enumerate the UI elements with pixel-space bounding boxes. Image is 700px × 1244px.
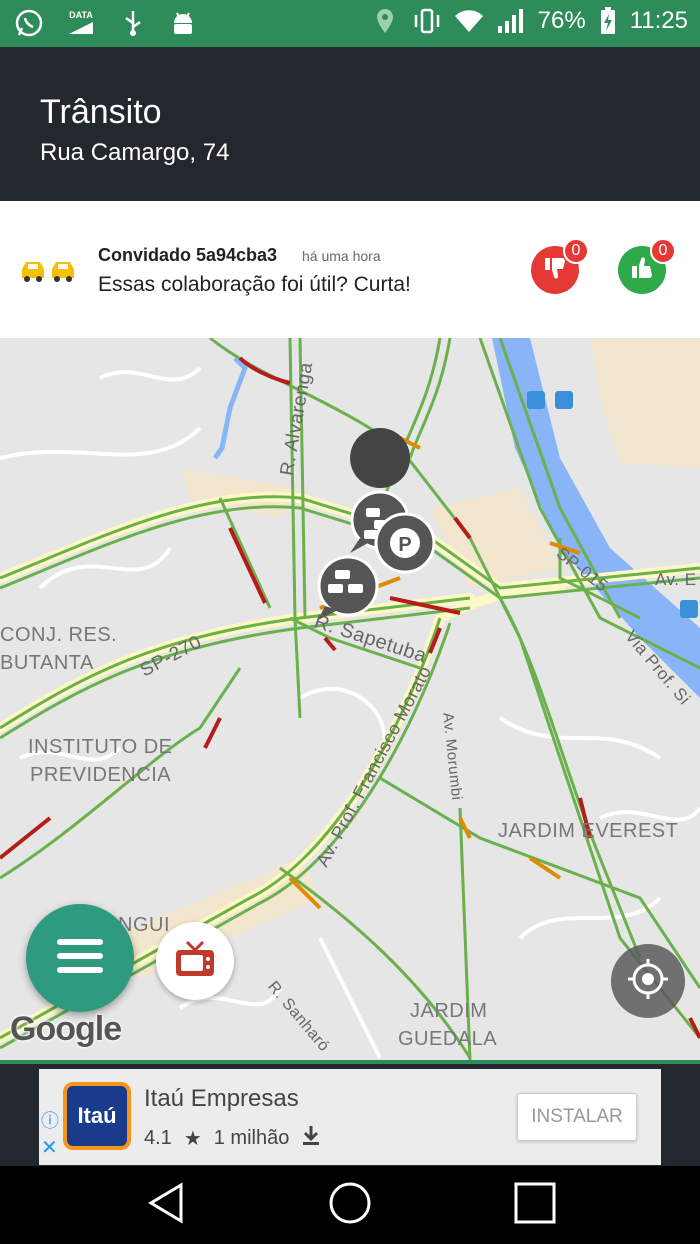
status-bar: DATA 76% 11:25 [0, 0, 700, 47]
report-author: Convidado 5a94cba3 [98, 245, 278, 265]
system-nav-bar [0, 1166, 700, 1244]
page-title: Trânsito [40, 93, 162, 131]
traffic-cars-icon [20, 259, 78, 288]
like-button[interactable]: 0 [618, 238, 676, 294]
map-label-conj-2: BUTANTA [0, 652, 94, 674]
location-icon [370, 6, 400, 36]
home-button[interactable] [325, 1180, 375, 1230]
map-label-guedala-1: JARDIM [410, 1000, 488, 1022]
clock: 11:25 [629, 7, 688, 34]
dislike-count-badge: 0 [563, 238, 589, 264]
wifi-icon [454, 6, 484, 36]
back-button[interactable] [140, 1180, 190, 1230]
map-label-everest: JARDIM EVEREST [498, 820, 679, 842]
ad-app-logo: Itaú [63, 1082, 131, 1150]
like-count-badge: 0 [650, 238, 676, 264]
recents-button[interactable] [510, 1180, 560, 1230]
back-icon [145, 1181, 185, 1230]
map-label-guedala-2: GUEDALA [398, 1028, 498, 1050]
ad-close-icon[interactable]: ✕ [41, 1135, 58, 1160]
android-debug-icon [168, 8, 198, 38]
report-time: há uma hora [302, 248, 381, 264]
menu-icon [55, 936, 105, 981]
home-icon [328, 1181, 372, 1230]
report-card: Convidado 5a94cba3 há uma hora Essas col… [0, 201, 700, 338]
recents-icon [513, 1181, 557, 1230]
map-label-inst-2: PREVIDENCIA [30, 764, 172, 786]
star-icon: ★ [183, 1127, 202, 1150]
crosshair-icon [626, 957, 670, 1006]
ad-app-name: Itaú Empresas [144, 1085, 299, 1112]
signal-icon [496, 6, 526, 36]
report-message: Essas colaboração foi útil? Curta! [98, 273, 411, 296]
my-location-button[interactable] [611, 944, 685, 1018]
map-label-av-e: Av. E [655, 570, 697, 589]
battery-charging-icon [598, 6, 618, 36]
ad-bar: ⓘ ✕ Itaú Itaú Empresas 4.1 ★ 1 milhão IN… [0, 1060, 700, 1166]
thumbs-down-icon [542, 255, 568, 286]
download-icon [301, 1124, 321, 1152]
data-saver-icon: DATA [64, 8, 98, 38]
google-attribution: Google [10, 1010, 122, 1048]
ad-info-icon[interactable]: ⓘ [41, 1107, 59, 1133]
ad-app-meta: 4.1 ★ 1 milhão [144, 1124, 321, 1152]
map-label-conj-1: CONJ. RES. [0, 624, 118, 646]
vibrate-icon [412, 6, 442, 36]
thumbs-up-icon [629, 255, 655, 286]
app-bar: Trânsito Rua Camargo, 74 [0, 47, 700, 201]
menu-button[interactable] [26, 904, 134, 1012]
dislike-button[interactable]: 0 [531, 238, 589, 294]
tv-icon [174, 939, 216, 984]
tv-button[interactable] [156, 922, 234, 1000]
whatsapp-icon [14, 8, 44, 38]
usb-icon [118, 8, 148, 38]
map-label-inst-1: INSTITUTO DE [28, 736, 173, 758]
ad-rating: 4.1 [144, 1126, 172, 1149]
ad-banner[interactable]: ⓘ ✕ Itaú Itaú Empresas 4.1 ★ 1 milhão IN… [39, 1069, 661, 1165]
battery-percent: 76% [537, 7, 586, 34]
ad-downloads: 1 milhão [213, 1126, 290, 1149]
ad-install-button[interactable]: INSTALAR [517, 1093, 637, 1141]
page-subtitle: Rua Camargo, 74 [40, 139, 230, 166]
data-label: DATA [69, 10, 93, 20]
svg-text:P: P [398, 534, 411, 556]
